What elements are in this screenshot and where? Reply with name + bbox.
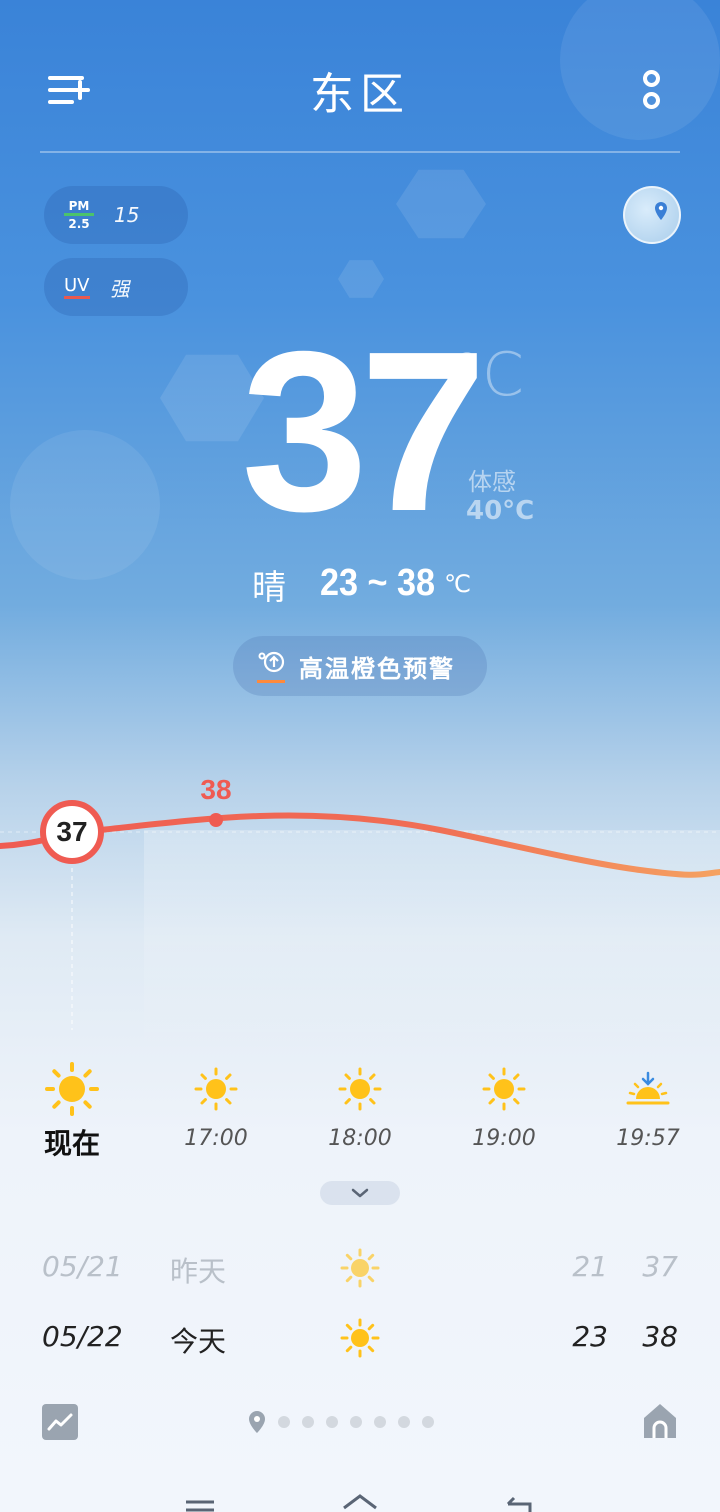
sun-icon [305,1064,415,1114]
temperature-curve [0,812,720,1060]
daily-low: 21 [572,1250,608,1283]
bokeh-decoration [10,430,160,580]
expand-forecast-button[interactable] [320,1181,400,1205]
max-temperature-point [209,813,223,827]
page-dot[interactable] [302,1416,314,1428]
daily-name: 今天 [170,1325,227,1358]
temperature-range-unit: ℃ [444,570,471,598]
page-dot[interactable] [398,1416,410,1428]
hourly-item-now[interactable]: 现在 [17,1062,127,1162]
feels-like-value: 40°C [466,496,535,526]
sun-icon [161,1064,271,1114]
map-button[interactable] [623,186,681,244]
sun-icon [449,1064,559,1114]
hourly-time: 18:00 [328,1126,392,1151]
now-temperature-badge: 37 [40,800,104,864]
temperature-range: 23 ~ 38 [320,562,436,604]
map-pin-icon [655,202,667,220]
weather-condition: 晴 [252,568,286,608]
sun-icon [340,1248,380,1292]
current-hour-highlight [144,830,720,1060]
hourly-item[interactable]: 19:57 [593,1064,703,1151]
daily-date: 05/22 [42,1320,123,1353]
location-pin-icon [249,1411,265,1433]
header-divider [40,151,680,153]
nav-back-icon[interactable] [500,1490,540,1512]
heat-alert-text: 高温橙色预警 [299,654,455,683]
nav-home-icon[interactable] [340,1490,380,1512]
daily-row-today[interactable]: 05/22 今天 23 38 [0,1312,720,1362]
city-page-indicator [248,1410,434,1434]
hourly-time: 17:00 [184,1126,248,1151]
nav-menu-icon[interactable] [180,1490,220,1512]
sunset-icon [593,1064,703,1114]
bokeh-decoration [396,169,486,239]
hourly-time: 19:57 [616,1126,680,1151]
bokeh-decoration [338,260,384,298]
hourly-time: 现在 [43,1127,100,1160]
current-temperature: 37 [241,305,487,559]
daily-row-yesterday[interactable]: 05/21 昨天 21 37 [0,1242,720,1292]
pm25-label-top: PM [64,200,94,216]
page-dot[interactable] [350,1416,362,1428]
uv-label: UV [64,275,90,299]
daily-high: 37 [642,1250,678,1283]
daily-name: 昨天 [170,1255,227,1288]
hourly-item[interactable]: 19:00 [449,1064,559,1151]
temperature-unit: °C [452,340,524,410]
uv-value: 强 [109,276,130,301]
city-name[interactable]: 东区 [0,58,720,122]
hourly-time: 19:00 [472,1126,536,1151]
uv-chip[interactable]: UV 强 [44,258,188,316]
more-options-icon[interactable] [640,70,664,112]
hourly-item[interactable]: 18:00 [305,1064,415,1151]
max-temperature-label: 38 [200,774,232,805]
daily-date: 05/21 [42,1250,123,1283]
daily-high: 38 [642,1320,678,1353]
chevron-down-icon [351,1188,369,1198]
page-dot[interactable] [278,1416,290,1428]
trend-chart-icon[interactable] [42,1404,78,1440]
pm25-chip[interactable]: PM 2.5 15 [44,186,188,244]
sun-icon [340,1318,380,1362]
page-dot[interactable] [326,1416,338,1428]
page-dot[interactable] [374,1416,386,1428]
heat-alert-button[interactable]: 高温橙色预警 [233,636,487,696]
daily-low: 23 [572,1320,608,1353]
home-icon[interactable] [642,1402,678,1440]
sun-icon [17,1062,127,1116]
pm25-value: 15 [114,203,140,227]
page-dot[interactable] [422,1416,434,1428]
heat-alert-icon [257,650,285,683]
hourly-item[interactable]: 17:00 [161,1064,271,1151]
pm25-icon: PM 2.5 [64,200,94,230]
feels-like-label: 体感 [468,468,516,496]
pm25-label-bottom: 2.5 [68,217,90,231]
